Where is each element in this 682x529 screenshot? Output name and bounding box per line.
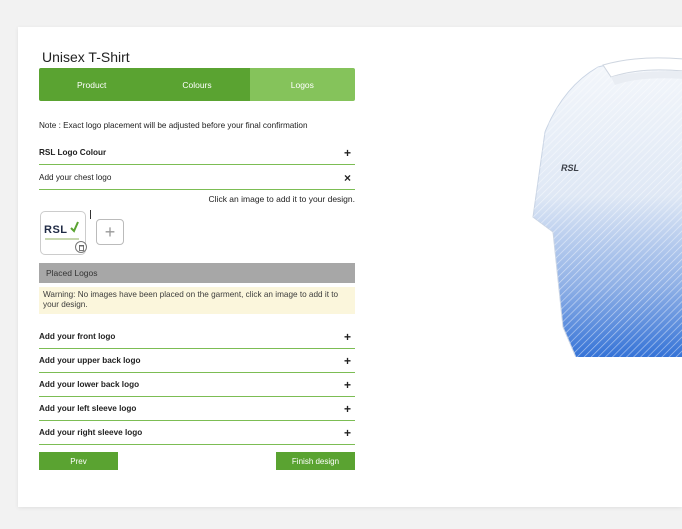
tab-colours[interactable]: Colours (144, 68, 250, 101)
tshirt-preview: RSL (532, 57, 682, 357)
lower-back-logo-row[interactable]: Add your lower back logo + (39, 373, 355, 397)
chest-logo-row[interactable]: Add your chest logo × (39, 166, 355, 190)
rsl-logo-text: RSL (44, 224, 68, 236)
tab-logos[interactable]: Logos (249, 68, 355, 101)
placed-logos-header: Placed Logos (39, 263, 355, 283)
logo-tick-icon (70, 221, 79, 233)
expand-icon[interactable]: + (344, 402, 351, 416)
text-cursor (90, 210, 91, 219)
designer-card: Unisex T-Shirt Product Colours Logos Not… (18, 27, 682, 507)
left-sleeve-logo-label: Add your left sleeve logo (39, 404, 137, 413)
logo-colour-row[interactable]: RSL Logo Colour + (39, 141, 355, 165)
lower-back-logo-label: Add your lower back logo (39, 380, 140, 389)
upper-back-logo-row[interactable]: Add your upper back logo + (39, 349, 355, 373)
right-sleeve-logo-label: Add your right sleeve logo (39, 428, 143, 437)
expand-icon[interactable]: + (344, 146, 351, 160)
add-image-hint: Click an image to add it to your design. (208, 194, 355, 204)
step-tabs: Product Colours Logos (39, 68, 355, 101)
shirt-logo-text: RSL (561, 163, 579, 173)
finish-design-button[interactable]: Finish design (276, 452, 355, 470)
expand-icon[interactable]: + (344, 426, 351, 440)
product-title: Unisex T-Shirt (42, 49, 130, 65)
uploaded-logo-thumbnail[interactable]: RSL (40, 211, 87, 255)
add-image-button[interactable]: + (96, 219, 124, 245)
chest-logo-label: Add your chest logo (39, 173, 112, 182)
expand-icon[interactable]: + (344, 378, 351, 392)
no-images-warning: Warning: No images have been placed on t… (39, 287, 355, 314)
left-sleeve-logo-row[interactable]: Add your left sleeve logo + (39, 397, 355, 421)
front-logo-row[interactable]: Add your front logo + (39, 325, 355, 349)
expand-icon[interactable]: + (344, 354, 351, 368)
shirt-pattern (533, 59, 682, 357)
front-logo-label: Add your front logo (39, 332, 116, 341)
placement-note: Note : Exact logo placement will be adju… (39, 121, 308, 130)
close-icon[interactable]: × (344, 171, 351, 185)
right-sleeve-logo-row[interactable]: Add your right sleeve logo + (39, 421, 355, 445)
trash-icon[interactable] (75, 241, 87, 253)
logo-underline (45, 238, 79, 240)
expand-icon[interactable]: + (344, 330, 351, 344)
logo-colour-label: RSL Logo Colour (39, 148, 107, 157)
tab-product[interactable]: Product (39, 68, 145, 101)
upper-back-logo-label: Add your upper back logo (39, 356, 141, 365)
prev-button[interactable]: Prev (39, 452, 118, 470)
